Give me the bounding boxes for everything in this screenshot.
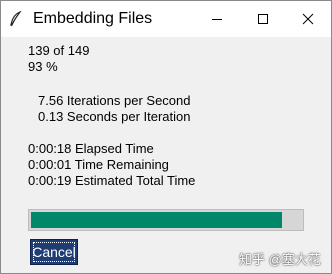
seconds-per-iteration: 0.13 Seconds per Iteration [38,109,191,124]
close-button[interactable] [285,1,331,37]
estimated-total-time: 0:00:19 Estimated Total Time [28,173,196,188]
item-count: 139 of 149 [28,43,90,58]
watermark: 知乎 @塞大花 [239,252,321,267]
feather-icon [9,10,23,27]
progress-bar-fill [31,212,282,228]
title-bar[interactable]: Embedding Files [1,1,331,37]
cancel-button[interactable]: Cancel [30,239,78,265]
elapsed-time: 0:00:18 Elapsed Time [28,141,154,156]
minimize-button[interactable] [194,1,240,37]
percent-complete: 93 % [28,59,58,74]
maximize-icon [258,14,268,24]
window-title: Embedding Files [33,10,153,27]
maximize-button[interactable] [240,1,286,37]
progress-bar [28,209,304,231]
minimize-icon [212,19,222,20]
progress-dialog: Embedding Files 139 of 149 93 % 7.56 Ite… [0,0,332,274]
iterations-per-second: 7.56 Iterations per Second [38,93,191,108]
time-remaining: 0:00:01 Time Remaining [28,157,169,172]
close-icon [302,13,314,25]
dialog-content: 139 of 149 93 % 7.56 Iterations per Seco… [1,37,331,273]
